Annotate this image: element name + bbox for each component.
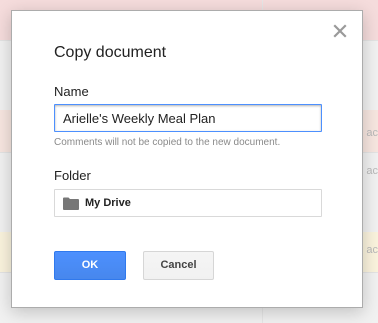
ok-button[interactable]: OK	[54, 251, 126, 280]
name-label: Name	[54, 84, 89, 99]
copy-document-dialog: Copy document Name Comments will not be …	[11, 10, 363, 308]
background-text: ac	[366, 165, 378, 177]
folder-icon	[63, 197, 79, 210]
document-name-input[interactable]	[54, 104, 322, 132]
background-text: ac	[366, 244, 378, 256]
comments-hint: Comments will not be copied to the new d…	[54, 137, 281, 148]
folder-name: My Drive	[85, 197, 131, 209]
cancel-button[interactable]: Cancel	[143, 251, 214, 280]
folder-label: Folder	[54, 168, 91, 183]
background-text: ac	[366, 127, 378, 139]
close-icon[interactable]	[332, 23, 348, 39]
dialog-title: Copy document	[54, 44, 167, 61]
folder-selector[interactable]: My Drive	[54, 189, 322, 217]
